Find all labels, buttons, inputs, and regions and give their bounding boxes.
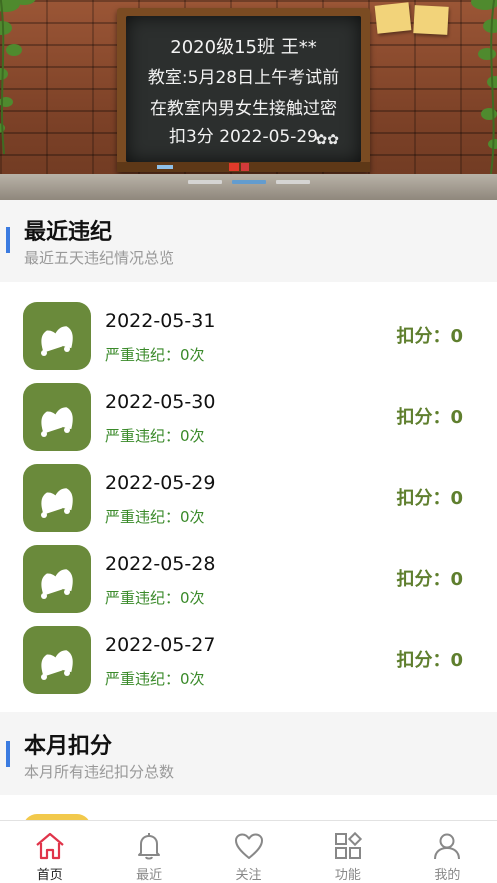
banner-line-1: 2020级15班 王**	[170, 37, 317, 58]
chalk-tray	[117, 162, 370, 172]
tab-functions[interactable]: 功能	[298, 821, 397, 883]
section-accent-bar	[6, 741, 10, 767]
bells-icon	[23, 464, 91, 532]
sticky-note	[413, 5, 449, 35]
tab-label: 功能	[334, 868, 361, 883]
list-item[interactable]: 2022-05-29 严重违纪：0次 扣分：0	[0, 464, 497, 545]
heart-icon	[234, 833, 263, 859]
list-item[interactable]: 2022-05-27 严重违纪：0次 扣分：0	[0, 626, 497, 707]
bells-icon	[23, 302, 91, 370]
bells-icon	[23, 545, 91, 613]
tab-recent[interactable]: 最近	[99, 821, 198, 883]
bottom-tab-bar: 首页 最近 关注 功能 我的	[0, 820, 497, 883]
item-serious-count: 严重违纪：0次	[105, 427, 205, 445]
bell-icon	[138, 833, 161, 860]
month-section-header: 本月扣分 本月所有违纪扣分总数	[0, 714, 497, 794]
bells-icon	[23, 383, 91, 451]
tab-mine[interactable]: 我的	[398, 821, 497, 883]
banner-floor	[0, 174, 497, 200]
list-item[interactable]: 2022-05-31 严重违纪：0次 扣分：0	[0, 302, 497, 383]
carousel-indicator[interactable]	[187, 180, 310, 184]
carousel-dot[interactable]	[187, 180, 222, 184]
item-serious-count: 严重违纪：0次	[105, 670, 205, 688]
item-date: 2022-05-29	[105, 472, 216, 494]
item-date: 2022-05-30	[105, 391, 216, 413]
bells-icon	[23, 626, 91, 694]
tab-label: 首页	[36, 868, 63, 883]
banner-line-3: 在教室内男女生接触过密	[150, 99, 337, 119]
recent-list: 2022-05-31 严重违纪：0次 扣分：0 2022-05-30 严重违纪：…	[0, 282, 497, 712]
sticky-note	[374, 2, 412, 34]
home-icon	[35, 832, 64, 860]
list-item[interactable]: 2022-05-28 严重违纪：0次 扣分：0	[0, 545, 497, 626]
item-serious-count: 严重违纪：0次	[105, 589, 205, 607]
banner-carousel[interactable]: 2020级15班 王** 教室:5月28日上午考试前 在教室内男女生接触过密 扣…	[0, 0, 497, 200]
banner-line-2: 教室:5月28日上午考试前	[147, 68, 340, 88]
item-serious-count: 严重违纪：0次	[105, 346, 205, 364]
leaves-decoration-icon	[0, 0, 36, 154]
grid-icon	[334, 831, 362, 859]
section-title: 本月扣分	[24, 734, 113, 759]
section-accent-bar	[6, 227, 10, 253]
recent-section-header: 最近违纪 最近五天违纪情况总览	[0, 200, 497, 280]
item-score: 扣分：0	[396, 488, 463, 509]
carousel-dot-active[interactable]	[231, 180, 266, 184]
section-subtitle: 本月所有违纪扣分总数	[24, 763, 175, 781]
item-date: 2022-05-27	[105, 634, 216, 656]
chalkboard: 2020级15班 王** 教室:5月28日上午考试前 在教室内男女生接触过密 扣…	[117, 8, 370, 172]
user-icon	[434, 833, 461, 860]
carousel-dot[interactable]	[275, 180, 310, 184]
item-date: 2022-05-28	[105, 553, 216, 575]
section-title: 最近违纪	[24, 220, 113, 245]
tab-label: 关注	[235, 868, 262, 883]
item-serious-count: 严重违纪：0次	[105, 508, 205, 526]
tab-label: 我的	[434, 868, 461, 883]
item-date: 2022-05-31	[105, 310, 216, 332]
item-score: 扣分：0	[396, 650, 463, 671]
tab-home[interactable]: 首页	[0, 821, 99, 883]
section-subtitle: 最近五天违纪情况总览	[24, 249, 175, 267]
flower-icon: ✿✿	[315, 132, 339, 148]
list-item[interactable]: 2022-05-30 严重违纪：0次 扣分：0	[0, 383, 497, 464]
leaves-decoration-icon	[471, 0, 497, 174]
tab-follow[interactable]: 关注	[199, 821, 298, 883]
item-score: 扣分：0	[396, 569, 463, 590]
tab-label: 最近	[136, 868, 163, 883]
item-score: 扣分：0	[396, 326, 463, 347]
month-card[interactable]	[0, 795, 497, 828]
item-score: 扣分：0	[396, 407, 463, 428]
